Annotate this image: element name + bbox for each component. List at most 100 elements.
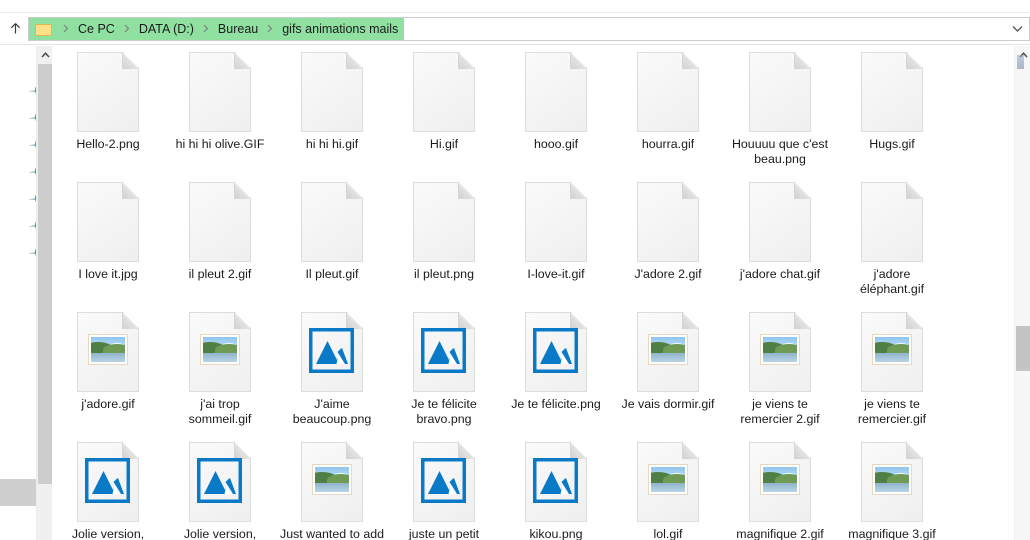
- file-item[interactable]: il pleut.png: [388, 182, 500, 297]
- file-item[interactable]: Je te félicite bravo.png: [388, 312, 500, 427]
- file-icon: [189, 312, 251, 392]
- file-icon: [525, 182, 587, 262]
- sidebar-scrollbar-thumb[interactable]: [38, 64, 52, 484]
- sidebar-item-label: argemé: [0, 111, 27, 125]
- file-name-label: Jolie version, bravo.gif: [183, 527, 257, 540]
- file-list-pane[interactable]: Hello-2.png hi hi hi olive.GIF hi hi hi.gi…: [52, 46, 1030, 540]
- file-name-label: Je vais dormir.gif: [621, 397, 715, 411]
- file-name-label: hooo.gif: [533, 137, 579, 151]
- file-icon: [301, 442, 363, 522]
- file-name-label: Il pleut.gif: [305, 267, 359, 281]
- sidebar-item-label: imatio: [0, 219, 27, 233]
- file-name-label: I love it.jpg: [78, 267, 138, 281]
- file-name-label: Hello-2.png: [76, 137, 140, 151]
- file-item[interactable]: Jolie version, bravo.gif: [164, 442, 276, 540]
- photo-thumbnail-icon: [872, 464, 912, 495]
- file-icon: [749, 312, 811, 392]
- file-item[interactable]: lol.gif: [612, 442, 724, 540]
- file-icon: [861, 442, 923, 522]
- file-icon: [637, 52, 699, 132]
- file-item[interactable]: Just wanted to add heart.gif: [276, 442, 388, 540]
- file-item[interactable]: magnifique 3.gif: [836, 442, 948, 540]
- file-item[interactable]: J'adore 2.gif: [612, 182, 724, 297]
- file-icon: [77, 52, 139, 132]
- photo-thumbnail-icon: [200, 334, 240, 365]
- breadcrumb-separator-icon: [260, 24, 280, 33]
- file-item[interactable]: juste un petit coucou.gif: [388, 442, 500, 540]
- sidebar-scrollbar[interactable]: [36, 46, 52, 540]
- file-item[interactable]: I-love-it.gif: [500, 182, 612, 297]
- content-scrollbar[interactable]: [1014, 46, 1030, 540]
- file-icon: [861, 52, 923, 132]
- file-item[interactable]: Je vais dormir.gif: [612, 312, 724, 427]
- file-item[interactable]: il pleut 2.gif: [164, 182, 276, 297]
- chevron-up-icon[interactable]: [37, 46, 52, 63]
- file-name-label: je viens te remercier.gif: [857, 397, 927, 426]
- blue-picture-icon: [197, 458, 242, 503]
- blue-picture-icon: [533, 458, 578, 503]
- file-item[interactable]: I love it.jpg: [52, 182, 164, 297]
- page-fold-corner-icon: [570, 442, 587, 459]
- file-item[interactable]: Houuuu que c'est beau.png: [724, 52, 836, 167]
- file-grid: Hello-2.png hi hi hi olive.GIF hi hi hi.gi…: [52, 46, 1014, 540]
- file-name-label: Je te félicite.png: [511, 397, 601, 411]
- breadcrumb-item-current-folder[interactable]: gifs animations mails: [280, 22, 400, 36]
- file-icon: [525, 312, 587, 392]
- file-item[interactable]: Hugs.gif: [836, 52, 948, 167]
- file-icon: [301, 312, 363, 392]
- file-item[interactable]: Hello-2.png: [52, 52, 164, 167]
- folder-icon: [35, 22, 52, 36]
- blue-picture-icon: [85, 458, 130, 503]
- file-name-label: Houuuu que c'est beau.png: [731, 137, 829, 166]
- file-item[interactable]: hourra.gif: [612, 52, 724, 167]
- file-item[interactable]: kikou.png: [500, 442, 612, 540]
- file-item[interactable]: j'adore chat.gif: [724, 182, 836, 297]
- page-fold-corner-icon: [794, 442, 811, 459]
- file-icon: [413, 442, 475, 522]
- file-item[interactable]: Je te félicite.png: [500, 312, 612, 427]
- file-name-label: j'adore.gif: [81, 397, 135, 411]
- sidebar-item-label: n: [0, 84, 27, 98]
- file-name-label: I-love-it.gif: [527, 267, 585, 281]
- file-item[interactable]: magnifique 2.gif: [724, 442, 836, 540]
- file-item[interactable]: j'adore éléphant.gif: [836, 182, 948, 297]
- page-fold-corner-icon: [906, 442, 923, 459]
- file-name-label: lol.gif: [653, 527, 683, 540]
- page-fold-corner-icon: [682, 312, 699, 329]
- file-item[interactable]: je viens te remercier.gif: [836, 312, 948, 427]
- file-item[interactable]: j'adore.gif: [52, 312, 164, 427]
- page-fold-corner-icon: [122, 182, 139, 199]
- file-item[interactable]: hi hi hi.gif: [276, 52, 388, 167]
- file-icon: [749, 442, 811, 522]
- file-name-label: magnifique 3.gif: [848, 527, 936, 540]
- address-bar: Ce PC DATA (D:) Bureau gifs animations m…: [0, 13, 1030, 45]
- address-field-empty-area[interactable]: [404, 17, 1005, 40]
- breadcrumb-item-data-d[interactable]: DATA (D:): [137, 22, 196, 36]
- breadcrumb-separator-icon: [117, 24, 137, 33]
- photo-thumbnail-icon: [760, 464, 800, 495]
- file-item[interactable]: je viens te remercier 2.gif: [724, 312, 836, 427]
- file-name-label: j'ai trop sommeil.gif: [188, 397, 252, 426]
- file-item[interactable]: Il pleut.gif: [276, 182, 388, 297]
- breadcrumb-address-field[interactable]: Ce PC DATA (D:) Bureau gifs animations m…: [28, 16, 1030, 41]
- chevron-down-icon[interactable]: [1005, 17, 1029, 40]
- file-item[interactable]: Jolie version, bravo 2.gif: [52, 442, 164, 540]
- photo-thumbnail-icon: [88, 334, 128, 365]
- page-fold-corner-icon: [682, 442, 699, 459]
- up-one-level-button[interactable]: [2, 16, 28, 42]
- breadcrumb-item-ce-pc[interactable]: Ce PC: [76, 22, 117, 36]
- file-icon: [189, 182, 251, 262]
- content-scrollbar-thumb[interactable]: [1016, 326, 1030, 371]
- breadcrumb[interactable]: Ce PC DATA (D:) Bureau gifs animations m…: [29, 17, 405, 40]
- file-item[interactable]: hooo.gif: [500, 52, 612, 167]
- file-item[interactable]: j'ai trop sommeil.gif: [164, 312, 276, 427]
- page-fold-corner-icon: [570, 312, 587, 329]
- page-fold-corner-icon: [794, 312, 811, 329]
- blue-picture-icon: [309, 328, 354, 373]
- blue-picture-icon: [421, 458, 466, 503]
- file-item[interactable]: Hi.gif: [388, 52, 500, 167]
- file-item[interactable]: J'aime beaucoup.png: [276, 312, 388, 427]
- file-item[interactable]: hi hi hi olive.GIF: [164, 52, 276, 167]
- file-name-label: hi hi hi olive.GIF: [175, 137, 265, 151]
- breadcrumb-item-bureau[interactable]: Bureau: [216, 22, 260, 36]
